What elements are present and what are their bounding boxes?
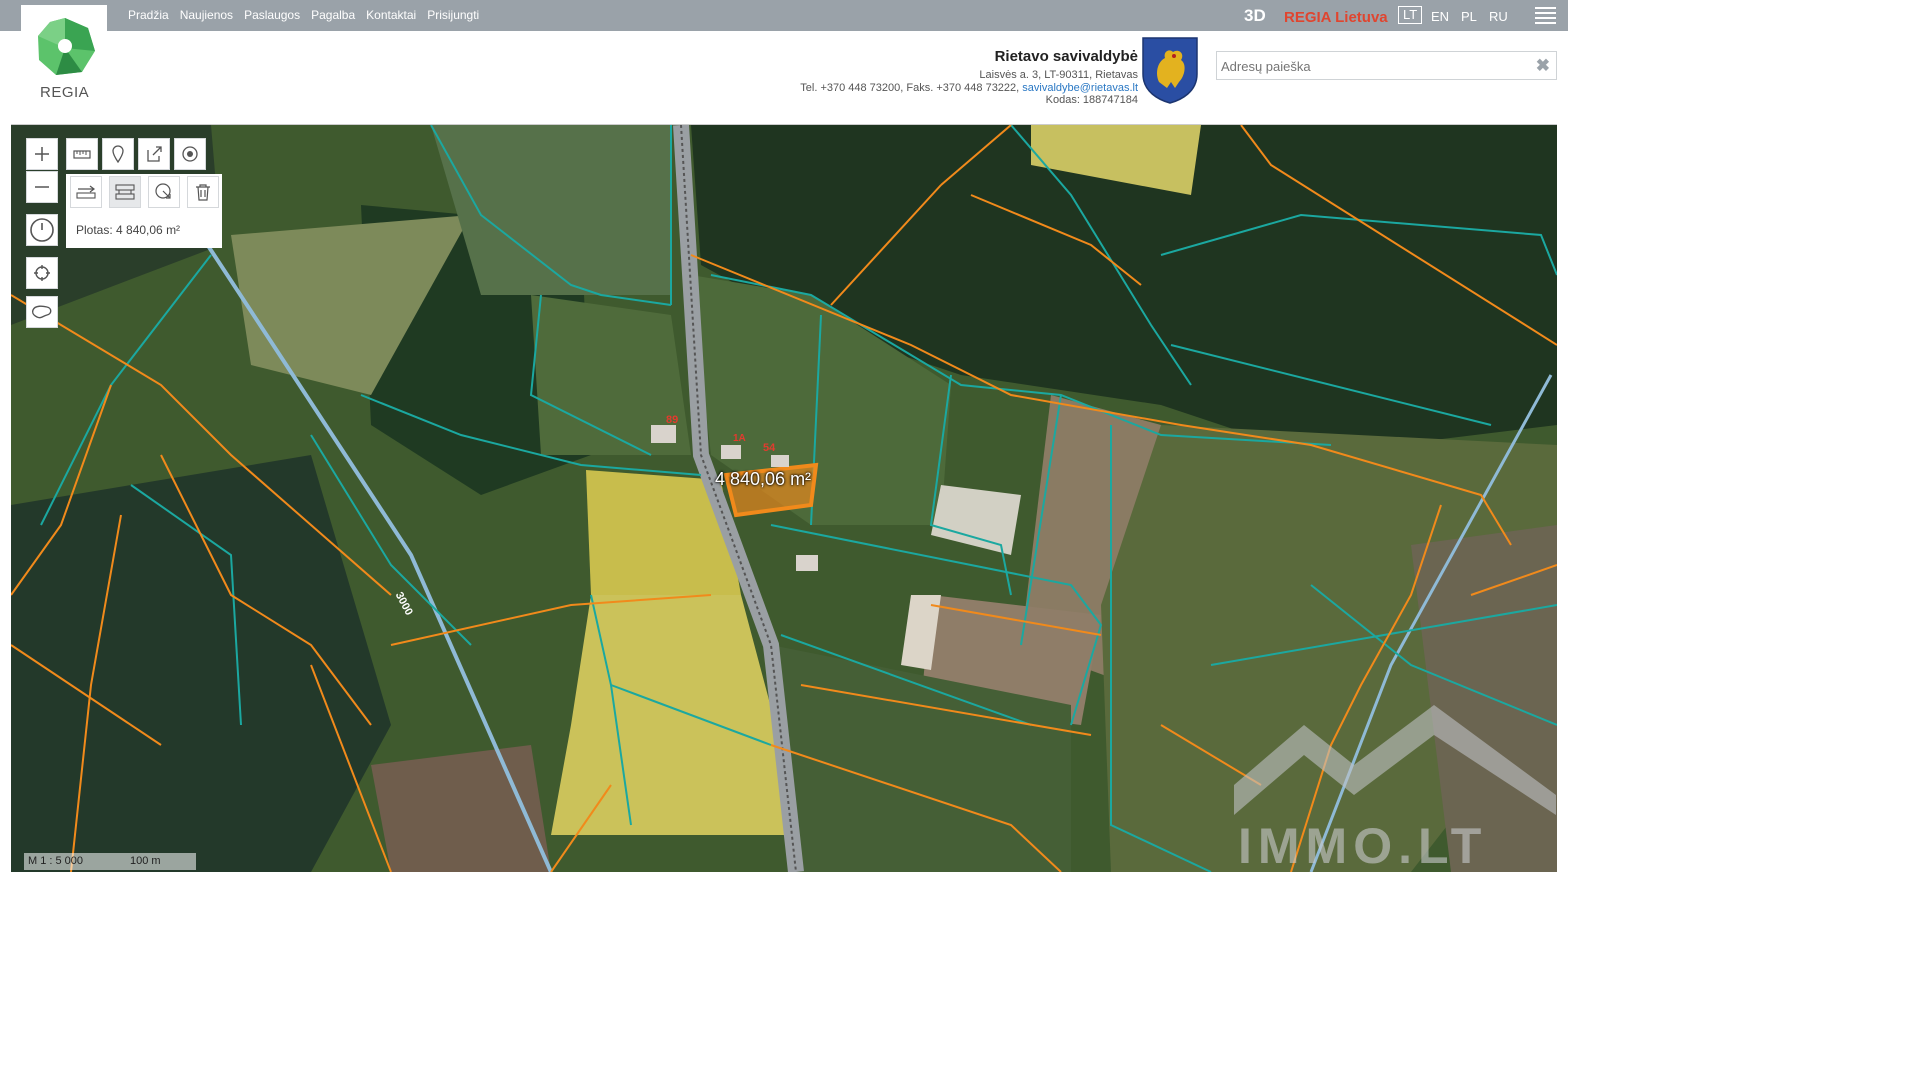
nav-login[interactable]: Prisijungti <box>427 8 479 22</box>
clear-search-icon[interactable]: ✖ <box>1536 56 1550 76</box>
nav-news[interactable]: Naujienos <box>180 8 233 22</box>
radius-icon <box>155 183 171 199</box>
address-search: ✖ <box>1216 51 1557 80</box>
map-outline-icon <box>31 305 52 319</box>
watermark-text: IMMO.LT <box>1238 818 1487 871</box>
area-ruler-icon <box>115 184 135 200</box>
clock-icon <box>30 218 54 242</box>
target-button[interactable] <box>174 138 206 170</box>
top-bar: Pradžia Naujienos Paslaugos Pagalba Kont… <box>0 0 1568 31</box>
measure-area-button[interactable] <box>109 176 141 208</box>
nav-services[interactable]: Paslaugos <box>244 8 300 22</box>
distance-ruler-icon <box>76 185 96 199</box>
minus-icon <box>35 186 49 188</box>
logo-text: REGIA <box>40 84 90 101</box>
lang-pl[interactable]: PL <box>1461 9 1477 24</box>
area-result: Plotas: 4 840,06 m² <box>76 223 181 237</box>
watermark-icon: IMMO.LT <box>1234 705 1556 871</box>
nav-home[interactable]: Pradžia <box>128 8 169 22</box>
nav-help[interactable]: Pagalba <box>311 8 355 22</box>
measurement-label: 4 840,06 m² <box>715 469 812 489</box>
share-icon <box>147 146 162 162</box>
lang-lt[interactable]: LT <box>1398 6 1423 24</box>
history-button[interactable] <box>26 214 58 246</box>
ruler-icon <box>73 150 91 159</box>
measure-tool-button[interactable] <box>66 138 98 170</box>
parcel-number-1a: 1A <box>733 433 746 444</box>
zoom-out-button[interactable] <box>26 171 58 203</box>
municipality-email[interactable]: savivaldybe@rietavas.lt <box>1022 82 1138 94</box>
measure-distance-button[interactable] <box>70 176 102 208</box>
delete-measure-button[interactable] <box>187 176 219 208</box>
municipality-contacts: Tel. +370 448 73200, Faks. +370 448 7322… <box>800 82 1138 95</box>
nav-contacts[interactable]: Kontaktai <box>366 8 416 22</box>
municipality-info: Rietavo savivaldybė Laisvės a. 3, LT-903… <box>800 48 1138 107</box>
regia-logo-icon[interactable] <box>34 16 96 78</box>
crosshair-icon <box>34 265 50 281</box>
pin-icon <box>112 145 124 163</box>
municipality-address: Laisvės a. 3, LT-90311, Rietavas <box>979 69 1138 81</box>
lang-en[interactable]: EN <box>1431 9 1449 24</box>
marker-tool-button[interactable] <box>102 138 134 170</box>
3d-button[interactable]: 3D <box>1244 6 1266 26</box>
scale-bar: 100 m <box>130 855 161 867</box>
menu-icon[interactable] <box>1535 7 1556 24</box>
parcel-number-54: 54 <box>763 442 776 454</box>
regia-lietuva-link[interactable]: REGIA Lietuva <box>1284 9 1388 26</box>
address-search-input[interactable] <box>1217 52 1523 80</box>
export-button[interactable] <box>138 138 170 170</box>
main-nav: Pradžia Naujienos Paslaugos Pagalba Kont… <box>128 8 490 22</box>
scale-ratio: M 1 : 5 000 <box>28 855 84 867</box>
locate-button[interactable] <box>26 257 58 289</box>
target-icon <box>182 146 198 162</box>
municipality-phones: Tel. +370 448 73200, Faks. +370 448 7322… <box>800 81 1023 94</box>
coat-of-arms-icon <box>1142 37 1198 104</box>
parcel-number-89: 89 <box>666 414 678 426</box>
plus-icon <box>35 147 49 161</box>
municipality-title: Rietavo savivaldybė <box>994 48 1138 65</box>
trash-icon <box>196 184 210 201</box>
measure-radius-button[interactable] <box>148 176 180 208</box>
municipality-code: Kodas: 188747184 <box>1045 94 1138 106</box>
lang-ru[interactable]: RU <box>1489 9 1508 24</box>
zoom-in-button[interactable] <box>26 138 58 170</box>
map-scale: M 1 : 5 000 100 m <box>24 853 196 870</box>
layers-button[interactable] <box>26 296 58 328</box>
